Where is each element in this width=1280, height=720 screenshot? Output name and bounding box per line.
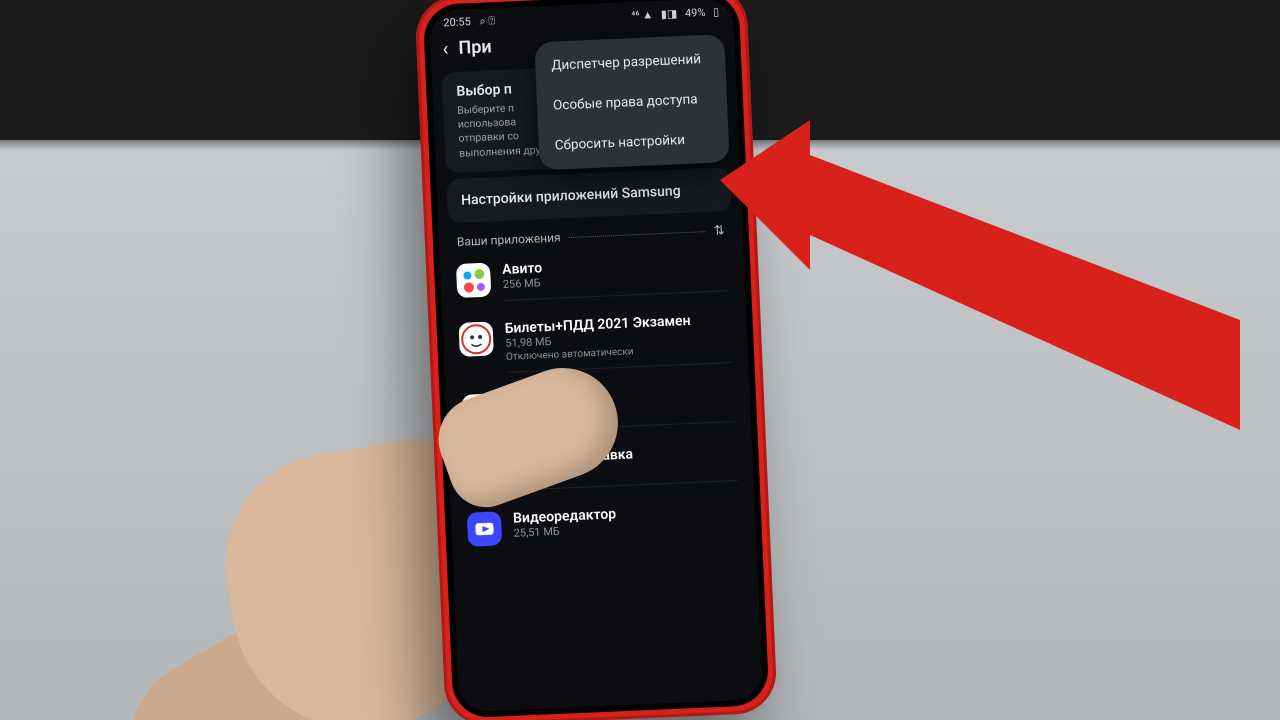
menu-item-reset-settings[interactable]: Сбросить настройки — [538, 118, 730, 166]
status-left-icons: ⌕ ⍰ — [479, 14, 495, 28]
your-apps-label: Ваши приложения — [457, 231, 561, 250]
list-item[interactable]: Билеты+ПДД 2021 Экзамен 51,98 МБ Отключе… — [442, 300, 749, 385]
app-icon-quickshare — [464, 452, 499, 487]
status-net-icon: ⁴⁶ ▲ — [631, 8, 653, 22]
overflow-menu: Диспетчер разрешений Особые права доступ… — [534, 34, 729, 170]
page-title: При — [458, 36, 492, 58]
apps-list: Авито 256 МБ Билеты+ПДД 2021 Экзамен 51,… — [439, 241, 756, 561]
scene: 20:55 ⌕ ⍰ ⁴⁶ ▲ ▮◨ 49% ▯ ‹ При Выбор п — [0, 0, 1280, 720]
app-icon-avito — [456, 262, 491, 297]
status-batt-pct: 49% — [685, 5, 706, 19]
status-time: 20:55 — [443, 15, 471, 29]
divider — [569, 231, 706, 238]
battery-icon: ▯ — [713, 5, 720, 18]
phone-screen: 20:55 ⌕ ⍰ ⁴⁶ ▲ ▮◨ 49% ▯ ‹ При Выбор п — [429, 0, 763, 712]
app-icon-browser: Y — [462, 393, 497, 428]
samsung-apps-settings[interactable]: Настройки приложений Samsung — [446, 167, 732, 223]
sort-icon[interactable]: ⇅ — [713, 223, 725, 238]
phone-frame: 20:55 ⌕ ⍰ ⁴⁶ ▲ ▮◨ 49% ▯ ‹ При Выбор п — [414, 0, 778, 720]
list-item[interactable]: Видеоредактор 25,51 МБ — [450, 490, 756, 561]
annotation-arrow — [720, 120, 1240, 460]
app-icon-pdd — [458, 321, 493, 356]
app-icon-video-editor — [467, 511, 502, 546]
samsung-label: Настройки приложений Samsung — [461, 183, 681, 209]
status-signal-icon: ▮◨ — [660, 7, 677, 21]
back-icon[interactable]: ‹ — [442, 36, 449, 60]
